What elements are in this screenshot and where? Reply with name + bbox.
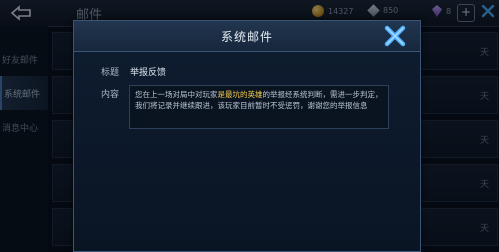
content-label: 内容 [101, 90, 120, 100]
mail-content: 您在上一场对局中对玩家是最坑的英雄的举报经系统判断，需进一步判定，我们将记录并继… [129, 85, 389, 129]
subject-label: 标题 [101, 68, 120, 78]
dialog-title: 系统邮件 [220, 29, 273, 44]
dialog-close-icon[interactable] [382, 23, 408, 49]
dialog-header: 系统邮件 [74, 21, 420, 52]
content-highlight: 是最坑的英雄 [217, 90, 263, 99]
subject-value: 举报反馈 [130, 68, 167, 78]
content-text-before: 您在上一场对局中对玩家 [135, 90, 218, 99]
system-mail-dialog: 系统邮件 标题 举报反馈 内容 您在上一场对局中对玩家是最坑的英雄的举报经系统判… [73, 20, 421, 252]
